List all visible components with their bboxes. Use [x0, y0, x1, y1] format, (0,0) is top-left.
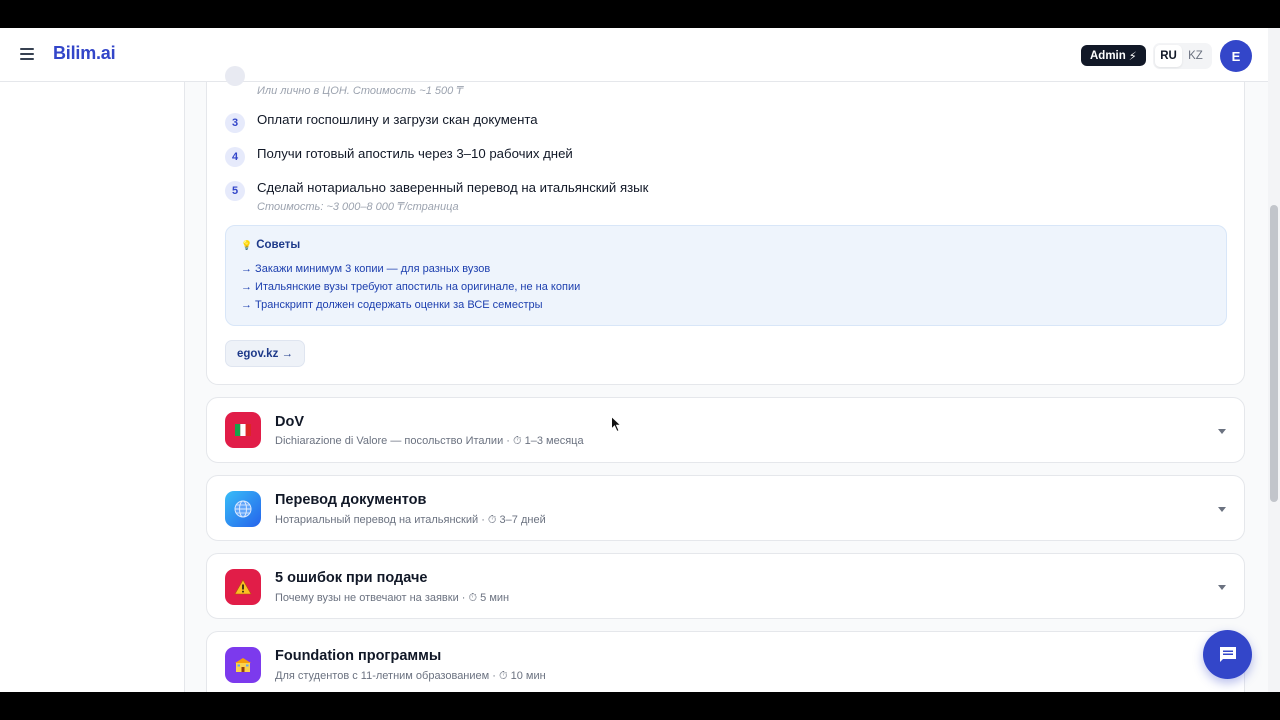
accordion-meta: Почему вузы не отвечают на заявки · ⏱ 5 …: [275, 592, 510, 604]
tip-item: → Закажи минимум 3 копии — для разных ву…: [241, 263, 491, 275]
lang-ru-button[interactable]: RU: [1155, 45, 1182, 67]
step-subtitle: Стоимость: ~3 000–8 000 ₸/страница: [257, 201, 459, 213]
lang-kz-button[interactable]: KZ: [1182, 45, 1209, 67]
step-item: 4 Получи готовый апостиль через 3–10 раб…: [225, 145, 573, 167]
step-number: 3: [225, 113, 245, 133]
tips-box: 💡 Советы → Закажи минимум 3 копии — для …: [225, 225, 1227, 326]
admin-badge[interactable]: Admin ⚡: [1081, 45, 1146, 66]
app-viewport: Bilim.ai Admin ⚡ RU KZ E Или лично в ЦОН…: [0, 28, 1280, 692]
accordion-title: 5 ошибок при подаче: [275, 570, 428, 586]
accordion-meta: Для студентов с 11-летним образованием ·…: [275, 670, 546, 682]
menu-icon[interactable]: [20, 48, 36, 62]
accordion-dov[interactable]: DoV Dichiarazione di Valore — посольство…: [206, 397, 1245, 463]
chevron-down-icon[interactable]: [1218, 585, 1226, 590]
brand-logo[interactable]: Bilim.ai: [53, 43, 116, 64]
accordion-foundation[interactable]: Foundation программы Для студентов с 11-…: [206, 631, 1245, 692]
accordion-translation[interactable]: Перевод документов Нотариальный перевод …: [206, 475, 1245, 541]
step-title: Сделай нотариально заверенный перевод на…: [257, 180, 649, 195]
step-number-partial: [225, 66, 245, 86]
prev-step-note: Или лично в ЦОН. Стоимость ~1 500 ₸: [257, 85, 464, 97]
accordion-title: Перевод документов: [275, 492, 427, 508]
accordion-meta: Dichiarazione di Valore — посольство Ита…: [275, 435, 584, 447]
step-number: 5: [225, 181, 245, 201]
lightning-icon: ⚡: [1128, 50, 1137, 63]
egov-link-button[interactable]: egov.kz →: [225, 340, 306, 367]
tip-item: → Транскрипт должен содержать оценки за …: [241, 299, 543, 311]
admin-label: Admin: [1090, 49, 1126, 62]
step-item: 3 Оплати госпошлину и загрузи скан докум…: [225, 111, 538, 133]
language-switcher: RU KZ: [1153, 43, 1212, 69]
top-bar: Bilim.ai Admin ⚡ RU KZ E: [0, 28, 1268, 82]
accordion-title: DoV: [275, 414, 304, 430]
step-title: Получи готовый апостиль через 3–10 рабоч…: [257, 146, 573, 161]
chat-icon: [1219, 646, 1236, 662]
globe-icon: [225, 491, 261, 527]
user-avatar[interactable]: E: [1220, 40, 1252, 72]
sidebar: [0, 82, 185, 692]
scroll-thumb[interactable]: [1270, 205, 1278, 502]
tips-title: Советы: [256, 239, 301, 251]
accordion-meta: Нотариальный перевод на итальянский · ⏱ …: [275, 514, 546, 526]
italy-flag-icon: [225, 412, 261, 448]
step-item: 5 Сделай нотариально заверенный перевод …: [225, 179, 648, 215]
scrollbar[interactable]: [1268, 28, 1280, 692]
step-number: 4: [225, 147, 245, 167]
chevron-down-icon[interactable]: [1218, 507, 1226, 512]
tip-item: → Итальянские вузы требуют апостиль на о…: [241, 281, 581, 293]
step-title: Оплати госпошлину и загрузи скан докумен…: [257, 112, 538, 127]
accordion-title: Foundation программы: [275, 648, 442, 664]
school-icon: [225, 647, 261, 683]
warning-icon: [225, 569, 261, 605]
chevron-down-icon[interactable]: [1218, 429, 1226, 434]
mouse-cursor-icon: [611, 415, 623, 438]
lightbulb-icon: 💡: [241, 239, 253, 250]
chat-button[interactable]: [1203, 630, 1252, 679]
accordion-mistakes[interactable]: 5 ошибок при подаче Почему вузы не отвеч…: [206, 553, 1245, 619]
